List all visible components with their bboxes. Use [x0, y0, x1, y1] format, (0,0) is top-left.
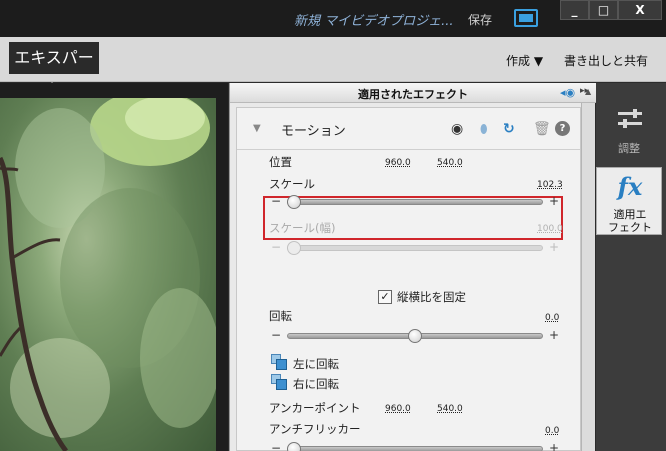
anti-flicker-value[interactable]: 0.0: [545, 426, 559, 436]
scale-slider-handle[interactable]: [287, 195, 301, 209]
preview-header: [0, 83, 228, 98]
rotation-plus[interactable]: +: [549, 328, 559, 342]
uniform-scale-label: 縦横比を固定: [397, 290, 466, 304]
scale-width-value: 100.0: [537, 224, 563, 234]
preview-frame: [216, 98, 228, 451]
adjust-icon: [618, 108, 642, 130]
applied-effects-panel: 適用されたエフェクト ◂◉ ▸▸ ▼ モーション ◉ ⬮ ↻ 🗑 ? 位置 96…: [229, 83, 596, 451]
applied-effects-label: 適用エ フェクト: [608, 208, 652, 234]
anti-flicker-slider-handle[interactable]: [287, 442, 301, 451]
scale-width-slider: [287, 245, 543, 251]
eye-icon[interactable]: ◉: [451, 121, 463, 137]
scale-width-label: スケール(幅): [269, 221, 336, 235]
rotation-slider-handle[interactable]: [408, 329, 422, 343]
maximize-button[interactable]: □: [589, 0, 618, 20]
scroll-up-icon[interactable]: ▲: [585, 87, 591, 96]
scale-minus[interactable]: −: [271, 194, 281, 208]
screen-icon[interactable]: [514, 9, 538, 27]
scale-slider[interactable]: [287, 199, 543, 205]
scale-value[interactable]: 102.3: [537, 180, 563, 190]
position-label: 位置: [269, 155, 292, 169]
adjust-label: 調整: [618, 142, 640, 155]
expert-mode-tab[interactable]: エキスパート: [9, 42, 99, 99]
scale-label: スケール: [269, 177, 315, 191]
rotate-right-icon[interactable]: [271, 374, 287, 390]
position-x-value[interactable]: 960.0: [385, 158, 411, 168]
minimize-button[interactable]: _: [560, 0, 589, 20]
save-button[interactable]: 保存: [468, 11, 492, 28]
help-icon[interactable]: ?: [555, 121, 570, 136]
trash-icon[interactable]: 🗑: [533, 121, 551, 137]
reset-icon[interactable]: ↻: [503, 121, 515, 137]
export-share-menu[interactable]: 書き出しと共有: [564, 52, 648, 69]
panel-options-icon[interactable]: ◂◉: [560, 86, 575, 99]
anti-flicker-minus[interactable]: −: [271, 441, 281, 451]
anti-flicker-slider[interactable]: [287, 446, 543, 451]
expand-arrow-icon[interactable]: ▼: [253, 123, 261, 134]
motion-effect: ▼ モーション ◉ ⬮ ↻ 🗑 ? 位置 960.0 540.0 スケール 10…: [236, 107, 581, 451]
position-y-value[interactable]: 540.0: [437, 158, 463, 168]
video-preview[interactable]: [0, 98, 216, 451]
scale-width-minus: −: [271, 240, 282, 254]
close-button[interactable]: X: [618, 0, 662, 20]
rotate-right-button[interactable]: 右に回転: [293, 376, 339, 392]
anchor-x-value[interactable]: 960.0: [385, 404, 411, 414]
anchor-point-label: アンカーポイント: [269, 401, 361, 415]
fx-icon: fx: [617, 172, 643, 201]
rotation-minus[interactable]: −: [271, 328, 281, 342]
scale-plus[interactable]: +: [549, 194, 559, 208]
anti-flicker-plus[interactable]: +: [549, 441, 559, 451]
rotation-label: 回転: [269, 309, 292, 323]
rotation-value[interactable]: 0.0: [545, 313, 559, 323]
scale-width-plus: +: [549, 240, 560, 254]
effect-header[interactable]: ▼ モーション ◉ ⬮ ↻ 🗑 ?: [237, 108, 580, 150]
anchor-y-value[interactable]: 540.0: [437, 404, 463, 414]
rotate-left-icon[interactable]: [271, 354, 287, 370]
uniform-scale-checkbox[interactable]: ✓: [378, 290, 392, 304]
scale-width-slider-handle: [287, 241, 301, 255]
panel-title: 適用されたエフェクト: [358, 88, 468, 101]
project-title: 新規 マイビデオプロジェ...: [294, 14, 454, 29]
preview-image: [0, 98, 216, 451]
applied-effects-button[interactable]: fx 適用エ フェクト: [596, 167, 662, 235]
title-bar: 新規 マイビデオプロジェ... 保存 _ □ X: [0, 0, 666, 37]
rotate-left-button[interactable]: 左に回転: [293, 356, 339, 372]
menu-bar: エキスパート 作成 ▼ 書き出しと共有: [0, 37, 666, 99]
panel-scrollbar[interactable]: [581, 103, 595, 451]
anti-flicker-label: アンチフリッカー: [269, 422, 361, 436]
drop-icon[interactable]: ⬮: [480, 122, 488, 137]
create-menu[interactable]: 作成 ▼: [506, 52, 543, 69]
adjust-button[interactable]: 調整: [596, 100, 662, 164]
effect-name: モーション: [281, 124, 346, 139]
panel-header: 適用されたエフェクト ◂◉ ▸▸: [230, 83, 596, 103]
